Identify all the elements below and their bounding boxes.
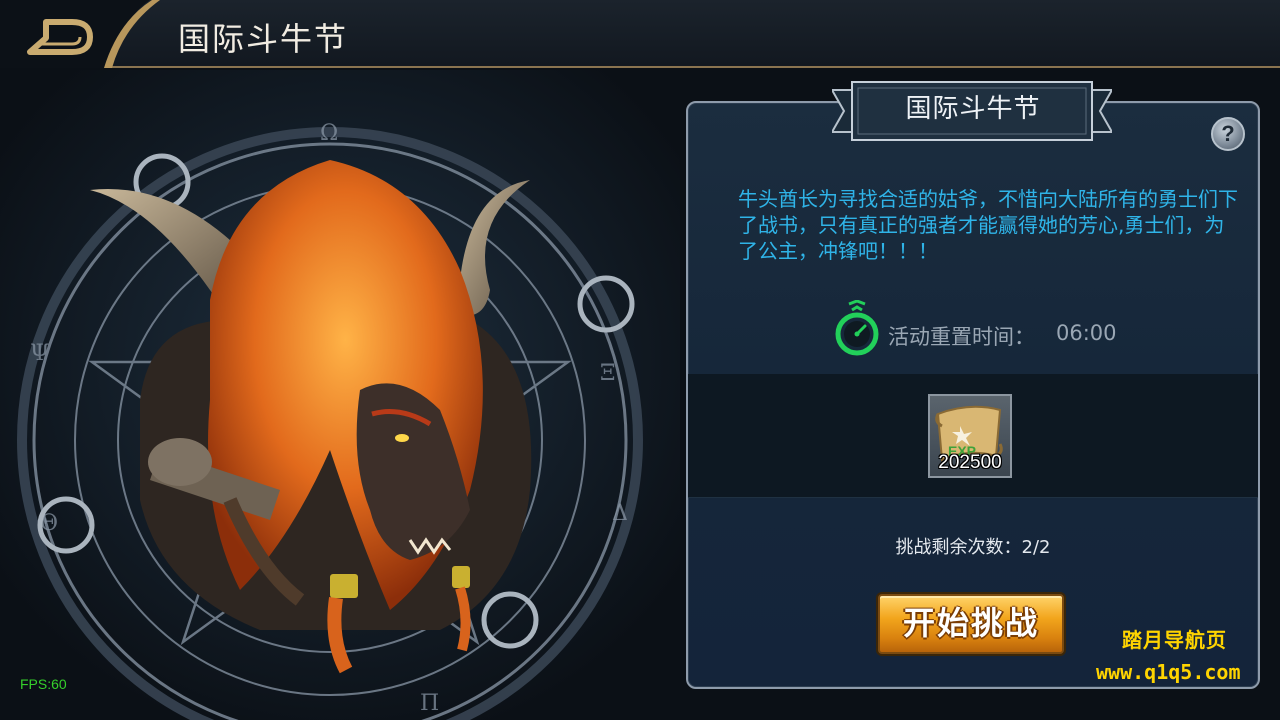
reset-timer: 活动重置时间： 06:00 <box>832 300 1172 358</box>
start-challenge-button[interactable]: 开始挑战 <box>878 594 1064 654</box>
watermark-url: www.q1q5.com <box>1096 660 1241 684</box>
help-button[interactable]: ? <box>1211 117 1245 151</box>
remaining-attempts: 挑战剩余次数：2/2 <box>895 537 1051 558</box>
reward-item[interactable]: EXP 202500 <box>928 394 1012 478</box>
stopwatch-icon <box>835 300 879 356</box>
hero-illustration: Ω Ξ Θ Π Ψ Δ <box>0 70 680 720</box>
reward-count: 202500 <box>938 452 1002 473</box>
back-button[interactable] <box>0 0 175 68</box>
svg-text:Π: Π <box>420 691 439 716</box>
page-title: 国际斗牛节 <box>178 20 349 58</box>
help-icon: ? <box>1221 121 1235 146</box>
event-description: 牛头酋长为寻找合适的姑爷，不惜向大陆所有的勇士们下了战书，只有真正的强者才能赢得… <box>738 187 1238 263</box>
svg-text:Ψ: Ψ <box>30 341 49 366</box>
svg-text:Ξ: Ξ <box>600 361 615 386</box>
top-bar: 国际斗牛节 <box>0 0 1280 68</box>
timer-value: 06:00 <box>1056 321 1117 345</box>
panel-title: 国际斗牛节 <box>905 94 1041 124</box>
svg-text:Δ: Δ <box>612 501 628 526</box>
svg-text:Ω: Ω <box>320 121 338 146</box>
back-arrow-icon <box>0 0 160 68</box>
watermark-title: 踏月导航页 <box>1122 628 1227 652</box>
fps-counter: FPS:60 <box>20 676 67 692</box>
timer-label: 活动重置时间： <box>888 325 1035 349</box>
